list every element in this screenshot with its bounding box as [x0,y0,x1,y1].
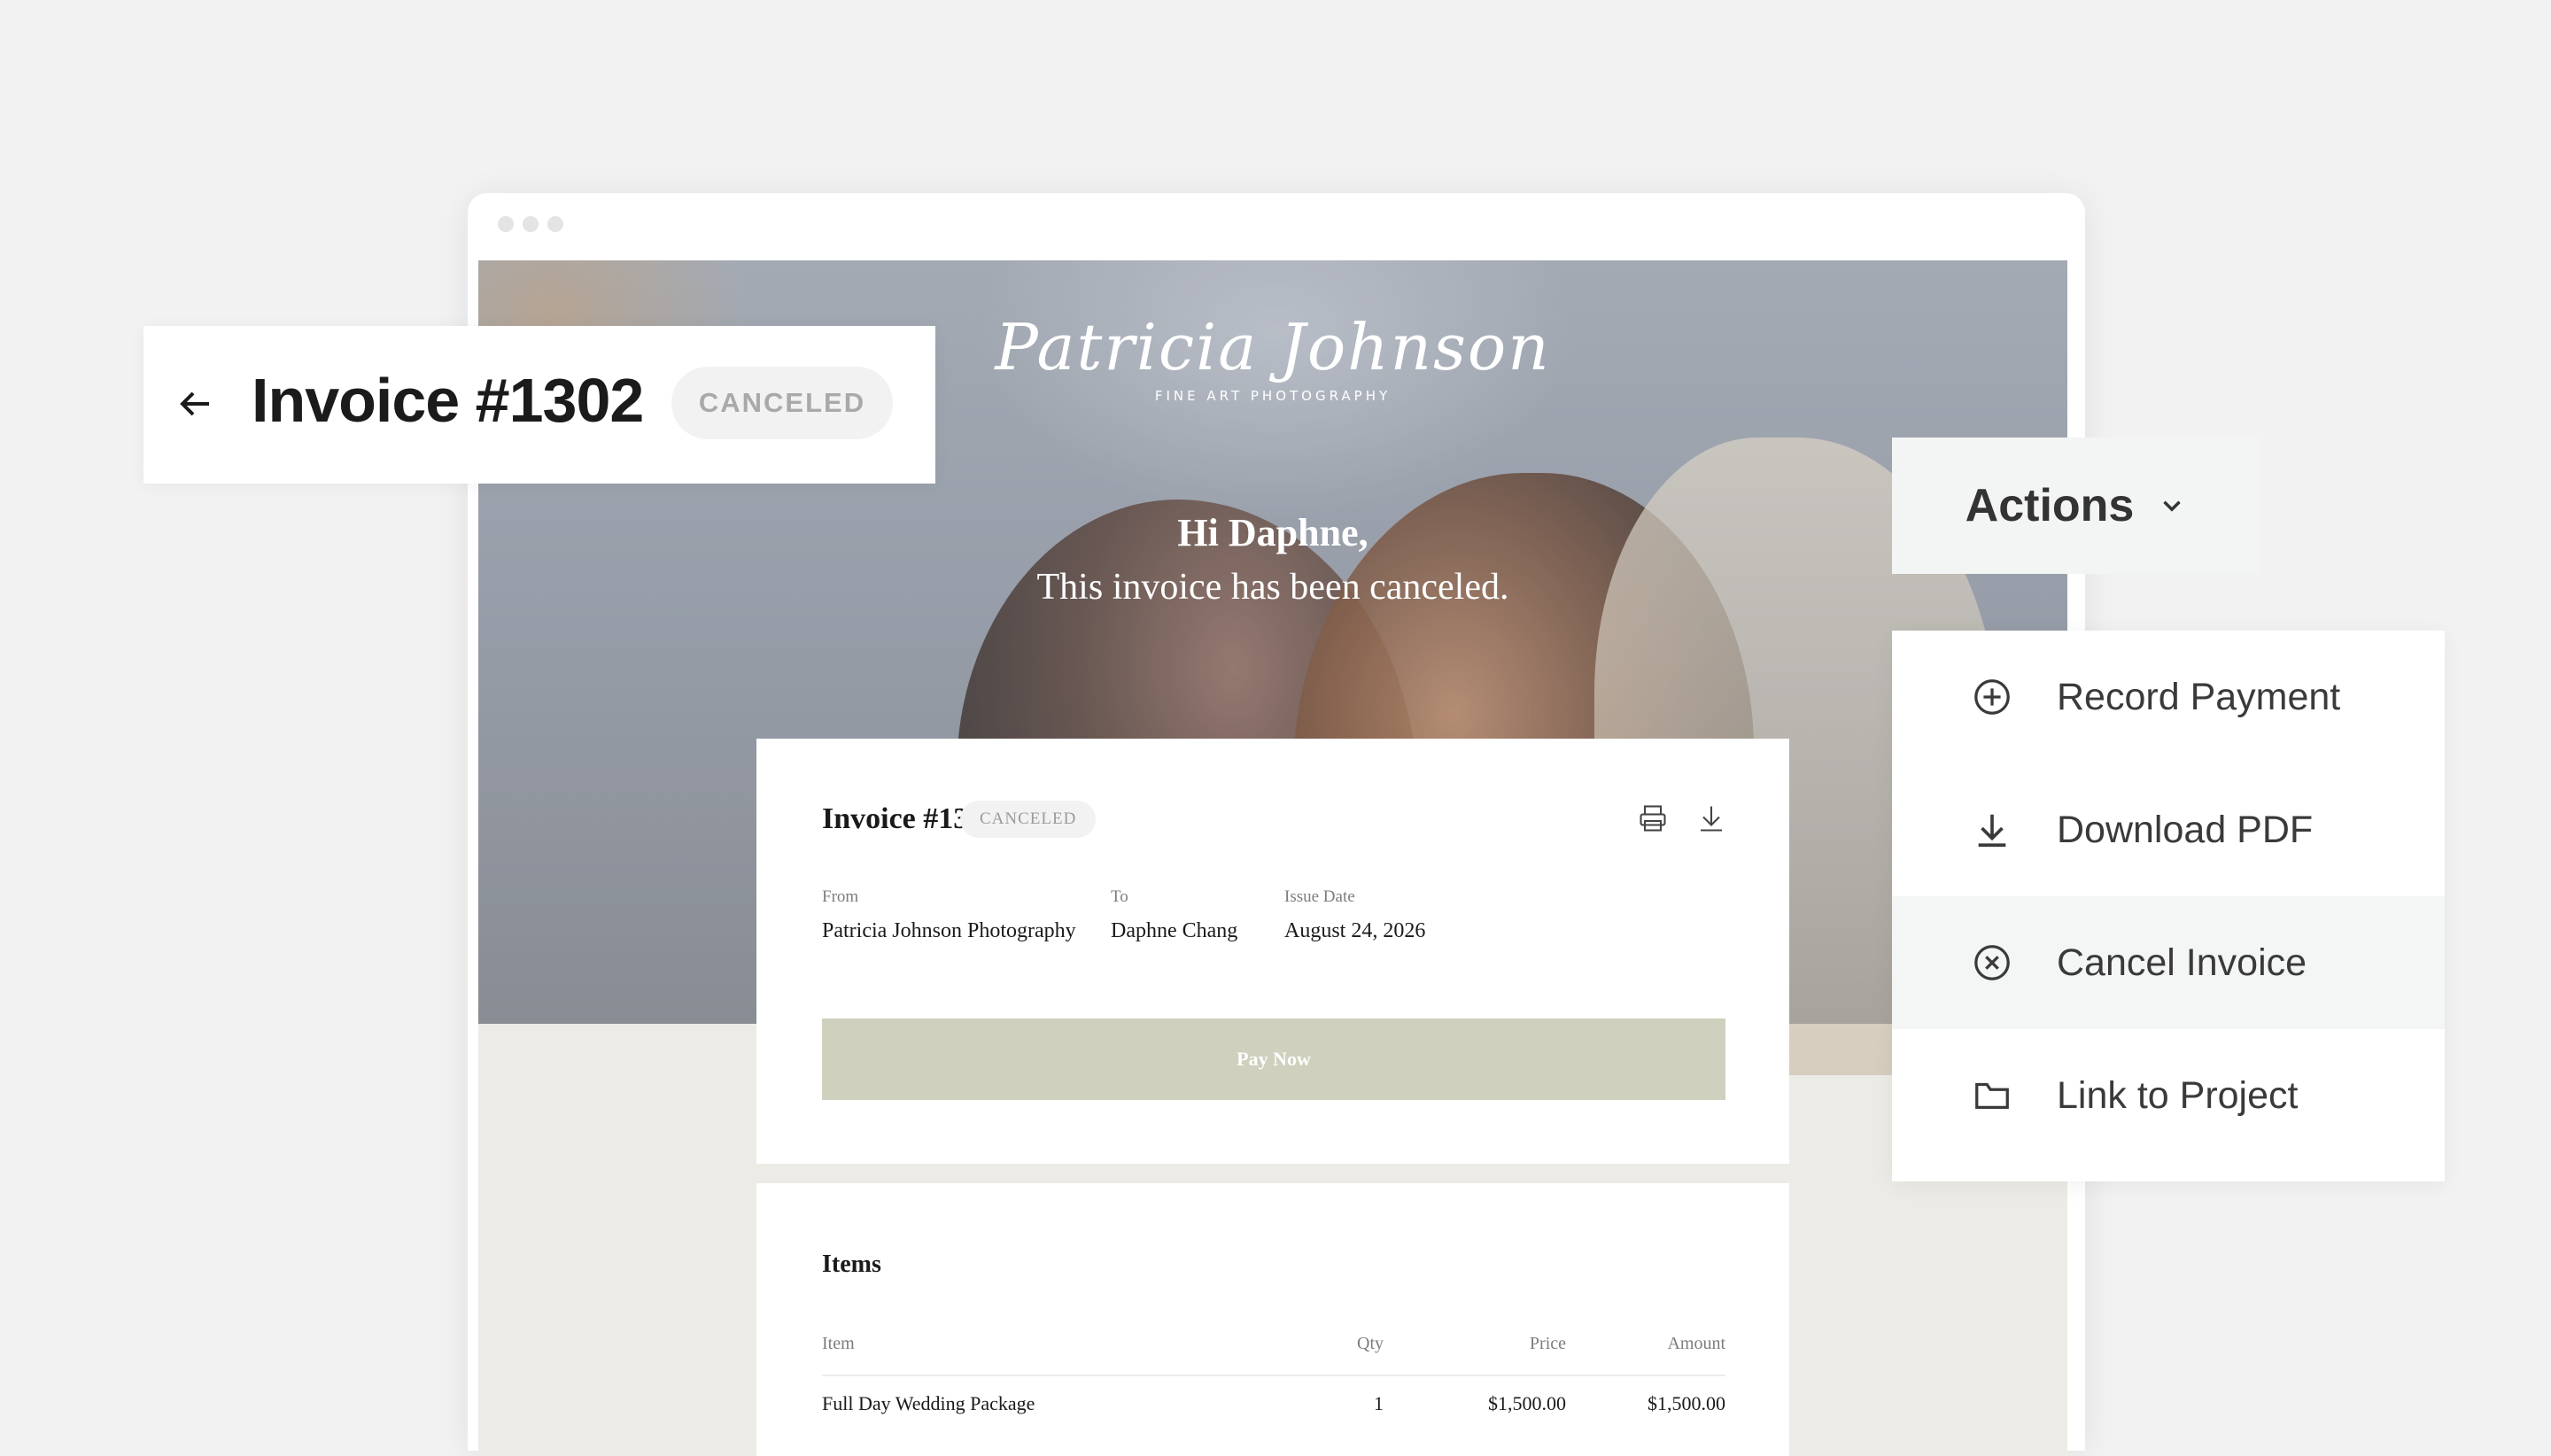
download-icon[interactable] [1695,802,1727,834]
to-field: To Daphne Chang [1111,887,1237,943]
to-label: To [1111,887,1128,906]
from-field: From Patricia Johnson Photography [822,887,1076,943]
col-price: Price [1529,1334,1566,1353]
back-arrow-icon[interactable] [174,383,216,425]
issue-date-field: Issue Date August 24, 2026 [1284,887,1425,943]
actions-menu: Record Payment Download PDF Cancel Invoi… [1892,631,2445,1181]
window-dot [547,216,563,232]
status-message: This invoice has been canceled. [1036,567,1509,608]
chevron-down-icon [2163,500,2182,512]
row-price: $1,500.00 [1488,1392,1566,1414]
invoice-card: Invoice #1302 CANCELED From Patricia Joh… [756,739,1789,1164]
pay-now-button[interactable]: Pay Now [822,1018,1725,1100]
items-header: Item Qty Price Amount [822,1334,1725,1376]
from-value: Patricia Johnson Photography [822,919,1076,942]
menu-item-record-payment[interactable]: Record Payment [1892,631,2445,763]
status-badge: CANCELED [960,801,1097,838]
menu-item-label: Link to Project [2057,1073,2299,1117]
row-item: Full Day Wedding Package [822,1392,1035,1414]
col-qty: Qty [1357,1334,1384,1353]
actions-button[interactable]: Actions [1892,438,2260,574]
x-circle-icon [1974,945,2010,980]
download-icon [1978,814,2006,848]
greeting-block: Hi Daphne, This invoice has been cancele… [478,510,2067,608]
row-amount: $1,500.00 [1648,1392,1725,1414]
print-icon[interactable] [1637,802,1669,834]
greeting: Hi Daphne, [1177,511,1369,554]
menu-item-cancel-invoice[interactable]: Cancel Invoice [1892,896,2445,1029]
items-title: Items [822,1251,881,1278]
window-dot [498,216,514,232]
page-title: Invoice #1302 [252,366,644,435]
plus-circle-icon [1974,679,2010,715]
table-row: Full Day Wedding Package 1 $1,500.00 $1,… [822,1392,1725,1428]
col-item: Item [822,1334,855,1353]
to-value: Daphne Chang [1111,919,1238,942]
menu-item-link-to-project[interactable]: Link to Project [1892,1029,2445,1162]
window-controls [498,216,563,232]
col-amount: Amount [1667,1334,1725,1353]
folder-icon [1975,1082,2009,1110]
issue-date-label: Issue Date [1284,887,1355,906]
menu-item-download-pdf[interactable]: Download PDF [1892,763,2445,896]
invoice-tools [1637,802,1727,834]
issue-date-value: August 24, 2026 [1284,919,1426,942]
invoice-header: Invoice #1302 CANCELED [143,326,935,484]
from-label: From [822,887,859,906]
row-qty: 1 [1374,1392,1384,1414]
status-badge: CANCELED [671,367,893,439]
window-dot [523,216,539,232]
menu-item-label: Record Payment [2057,675,2341,718]
actions-label: Actions [1965,480,2135,531]
menu-item-label: Download PDF [2057,808,2314,851]
items-card: Items Item Qty Price Amount Full Day Wed… [756,1183,1789,1456]
menu-item-label: Cancel Invoice [2057,941,2307,984]
